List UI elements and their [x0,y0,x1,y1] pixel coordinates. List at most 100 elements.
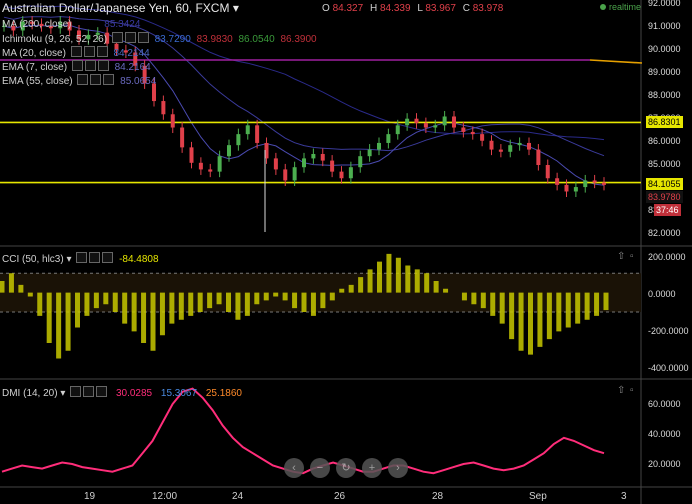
cci-bar [348,284,354,293]
candle-body [536,149,541,166]
zoom-in-icon[interactable]: + [362,458,382,478]
settings-icon[interactable] [84,60,96,71]
cci-bar [188,292,194,316]
candle-body [517,142,522,146]
cci-bar [18,284,24,293]
cci-bar [405,265,411,293]
cci-bar [480,292,486,309]
candle-body [602,182,606,185]
indicator-value: 85.3424 [104,19,141,30]
candle-body [423,123,428,128]
settings-icon[interactable] [83,386,95,397]
cci-bar [207,292,213,309]
cci-bar [103,292,109,305]
candle-body [189,147,194,163]
eye-icon[interactable] [111,32,123,43]
close-icon[interactable] [96,46,108,57]
candle-body [320,153,325,161]
settings-icon[interactable] [90,74,102,85]
chevron-right-icon[interactable]: › [388,458,408,478]
cci-bar [93,292,99,309]
candle-body [480,134,485,141]
cci-bar [169,292,175,324]
eye-icon[interactable] [76,252,88,263]
chevron-down-icon[interactable]: ▾ [66,254,71,265]
eye-icon[interactable] [77,74,89,85]
price-axis-label: 85.0000 [648,159,681,169]
candle-body [583,180,588,188]
pane-up-icon[interactable]: ⇧ [617,250,625,264]
chevron-down-icon[interactable]: ▾ [233,1,239,15]
candle-body [245,125,250,135]
indicator-ema7[interactable]: EMA (7, close) 84.2164 [2,60,151,74]
candle-body [461,127,466,132]
pane-close-icon[interactable]: ▫ [630,250,634,264]
ohlc-readout: O 84.327 H 84.339 L 83.967 C 83.978 [318,3,503,14]
candle-body [161,101,166,115]
cci-bar [424,273,430,293]
indicator-ema55[interactable]: EMA (55, close) 85.0654 [2,74,156,88]
cci-bar [254,292,260,305]
cci-bar [235,292,241,320]
close-icon[interactable] [137,32,149,43]
cci-bar [603,292,609,311]
reset-icon[interactable]: ↻ [336,458,356,478]
cci-bar [320,292,326,309]
candle-body [255,125,260,143]
cci-bar [141,292,147,343]
cci-bar [244,292,250,316]
cci-bar [499,292,505,324]
indicator-ma20[interactable]: MA (20, close) 84.2144 [2,46,150,60]
candle-body [452,116,456,128]
ohlc-low-value: 83.967 [425,3,456,14]
settings-icon[interactable] [83,46,95,57]
zoom-out-icon[interactable]: − [310,458,330,478]
close-icon[interactable] [96,386,108,397]
candle-body [208,169,213,172]
indicator-dmi[interactable]: DMI (14, 20) ▾ 30.0285 15.3067 25.1860 [2,386,242,400]
cci-bar [75,292,80,328]
candle-body [527,142,531,150]
indicator-ma200[interactable]: MA (200, close) 85.3424 [2,18,140,32]
indicator-value: 85.0654 [120,76,157,87]
indicator-label: MA (200, close) [2,19,72,30]
candle-body [311,153,316,159]
price-axis-label: 90.0000 [648,44,681,54]
cci-bar [292,292,298,309]
close-icon[interactable] [103,74,115,85]
cci-bar [490,292,496,316]
pane-close-icon[interactable]: ▫ [630,384,634,398]
chevron-left-icon[interactable]: ‹ [284,458,304,478]
eye-icon[interactable] [70,386,82,397]
cci-bar [414,269,420,293]
cci-bar [282,292,288,301]
close-icon[interactable] [102,252,114,263]
candle-body [198,162,203,170]
pane-up-icon[interactable]: ⇧ [617,384,625,398]
ichimoku-conversion-value: 83.7290 [154,34,191,45]
chevron-down-icon[interactable]: ▾ [60,388,65,399]
cci-bar [263,292,269,301]
indicator-ichimoku[interactable]: Ichimoku (9, 26, 52, 26) 83.7290 83.9830… [2,32,317,46]
settings-icon[interactable] [124,32,136,43]
settings-icon[interactable] [89,252,101,263]
indicator-cci[interactable]: CCI (50, hlc3) ▾ -84.4808 [2,252,159,266]
cci-bar [27,292,33,297]
indicator-label: EMA (55, close) [2,76,73,87]
last-price-tag: 83.9780 [646,191,683,203]
candle-body [442,116,447,126]
candle-body [330,160,335,172]
candle-body [405,118,410,126]
cci-bar [518,292,524,351]
dmi-axis-label: 20.0000 [648,459,681,469]
indicator-label: DMI (14, 20) [2,388,58,399]
level-low-tag: 84.1055 [646,178,683,190]
level-high-tag: 86.8301 [646,116,683,128]
symbol-title[interactable]: Australian Dollar/Japanese Yen, 60, FXCM… [2,1,239,15]
time-axis-label: Sep [529,491,547,502]
cci-bar [556,292,562,332]
eye-icon[interactable] [70,46,82,57]
candle-body [386,134,391,143]
close-icon[interactable] [97,60,109,71]
eye-icon[interactable] [71,60,83,71]
